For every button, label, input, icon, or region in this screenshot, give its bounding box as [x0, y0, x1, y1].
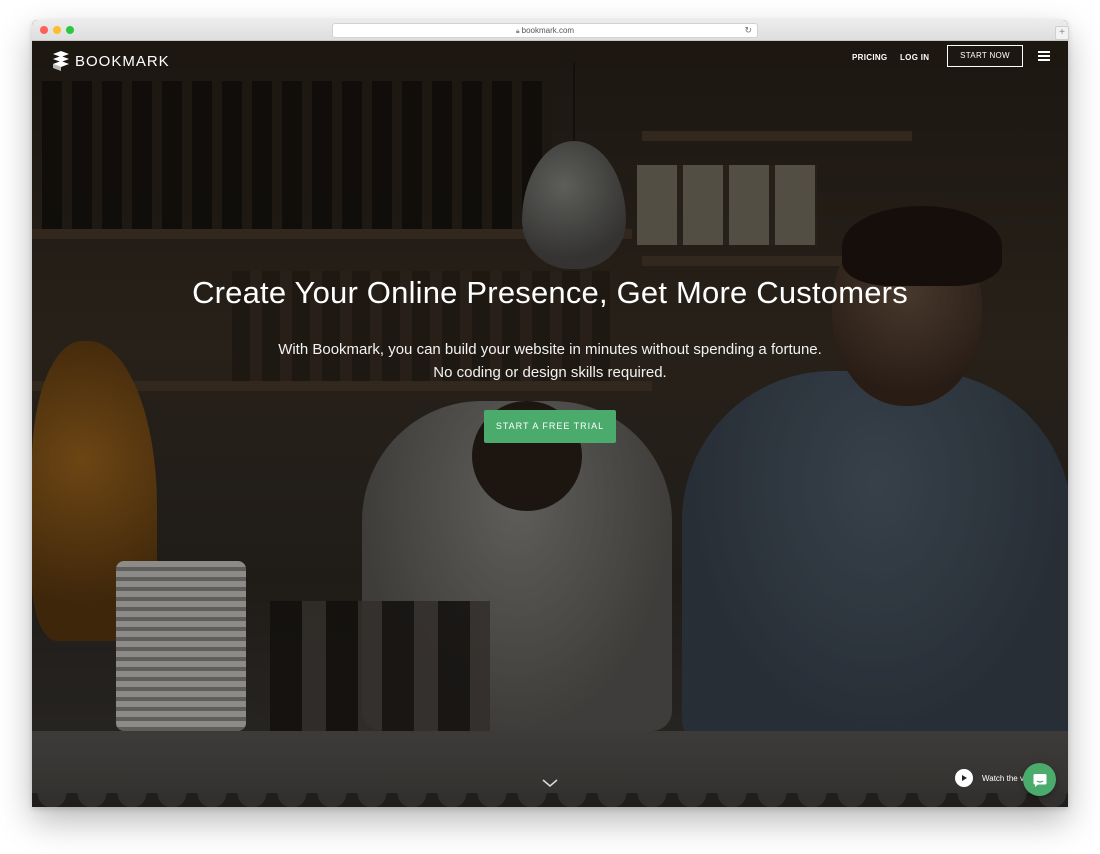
hero-headline: Create Your Online Presence, Get More Cu…: [192, 275, 908, 310]
chevron-down-icon[interactable]: [541, 778, 559, 788]
hero-subheadline: With Bookmark, you can build your websit…: [32, 338, 1068, 384]
new-tab-button[interactable]: +: [1055, 26, 1069, 40]
address-bar[interactable]: 🔒︎ bookmark.com ↻: [332, 23, 758, 38]
site-logo[interactable]: BOOKMARK: [51, 49, 170, 73]
start-free-trial-button[interactable]: START A FREE TRIAL: [484, 410, 616, 443]
minimize-window-button[interactable]: [53, 26, 61, 34]
zoom-window-button[interactable]: [66, 26, 74, 34]
close-window-button[interactable]: [40, 26, 48, 34]
lock-icon: 🔒︎: [515, 28, 520, 35]
hero-section: BOOKMARK PRICING LOG IN START NOW Create…: [32, 41, 1068, 807]
watch-video-label: Watch the v: [982, 773, 1024, 783]
nav-login-link[interactable]: LOG IN: [900, 53, 929, 62]
top-navigation: BOOKMARK PRICING LOG IN START NOW: [32, 41, 1068, 81]
hero-subheadline-line-2: No coding or design skills required.: [433, 364, 667, 381]
hero-subheadline-line-1: With Bookmark, you can build your websit…: [278, 341, 822, 358]
chat-bubble-icon: [1033, 773, 1046, 787]
start-now-button[interactable]: START NOW: [947, 45, 1023, 67]
reload-icon[interactable]: ↻: [744, 24, 752, 37]
address-bar-url: bookmark.com: [521, 26, 575, 35]
logo-text: BOOKMARK: [75, 52, 170, 70]
browser-toolbar: 🔒︎ bookmark.com ↻: [32, 20, 1068, 41]
play-icon: [955, 769, 973, 787]
chat-launcher-button[interactable]: [1023, 763, 1056, 796]
hamburger-menu-icon[interactable]: [1038, 51, 1050, 61]
bookmark-logo-icon: [53, 51, 69, 71]
nav-pricing-link[interactable]: PRICING: [852, 53, 887, 62]
watch-video-button[interactable]: Watch the v: [955, 768, 1024, 788]
browser-window: 🔒︎ bookmark.com ↻ BOOKMARK PRICING LOG I…: [32, 20, 1068, 807]
